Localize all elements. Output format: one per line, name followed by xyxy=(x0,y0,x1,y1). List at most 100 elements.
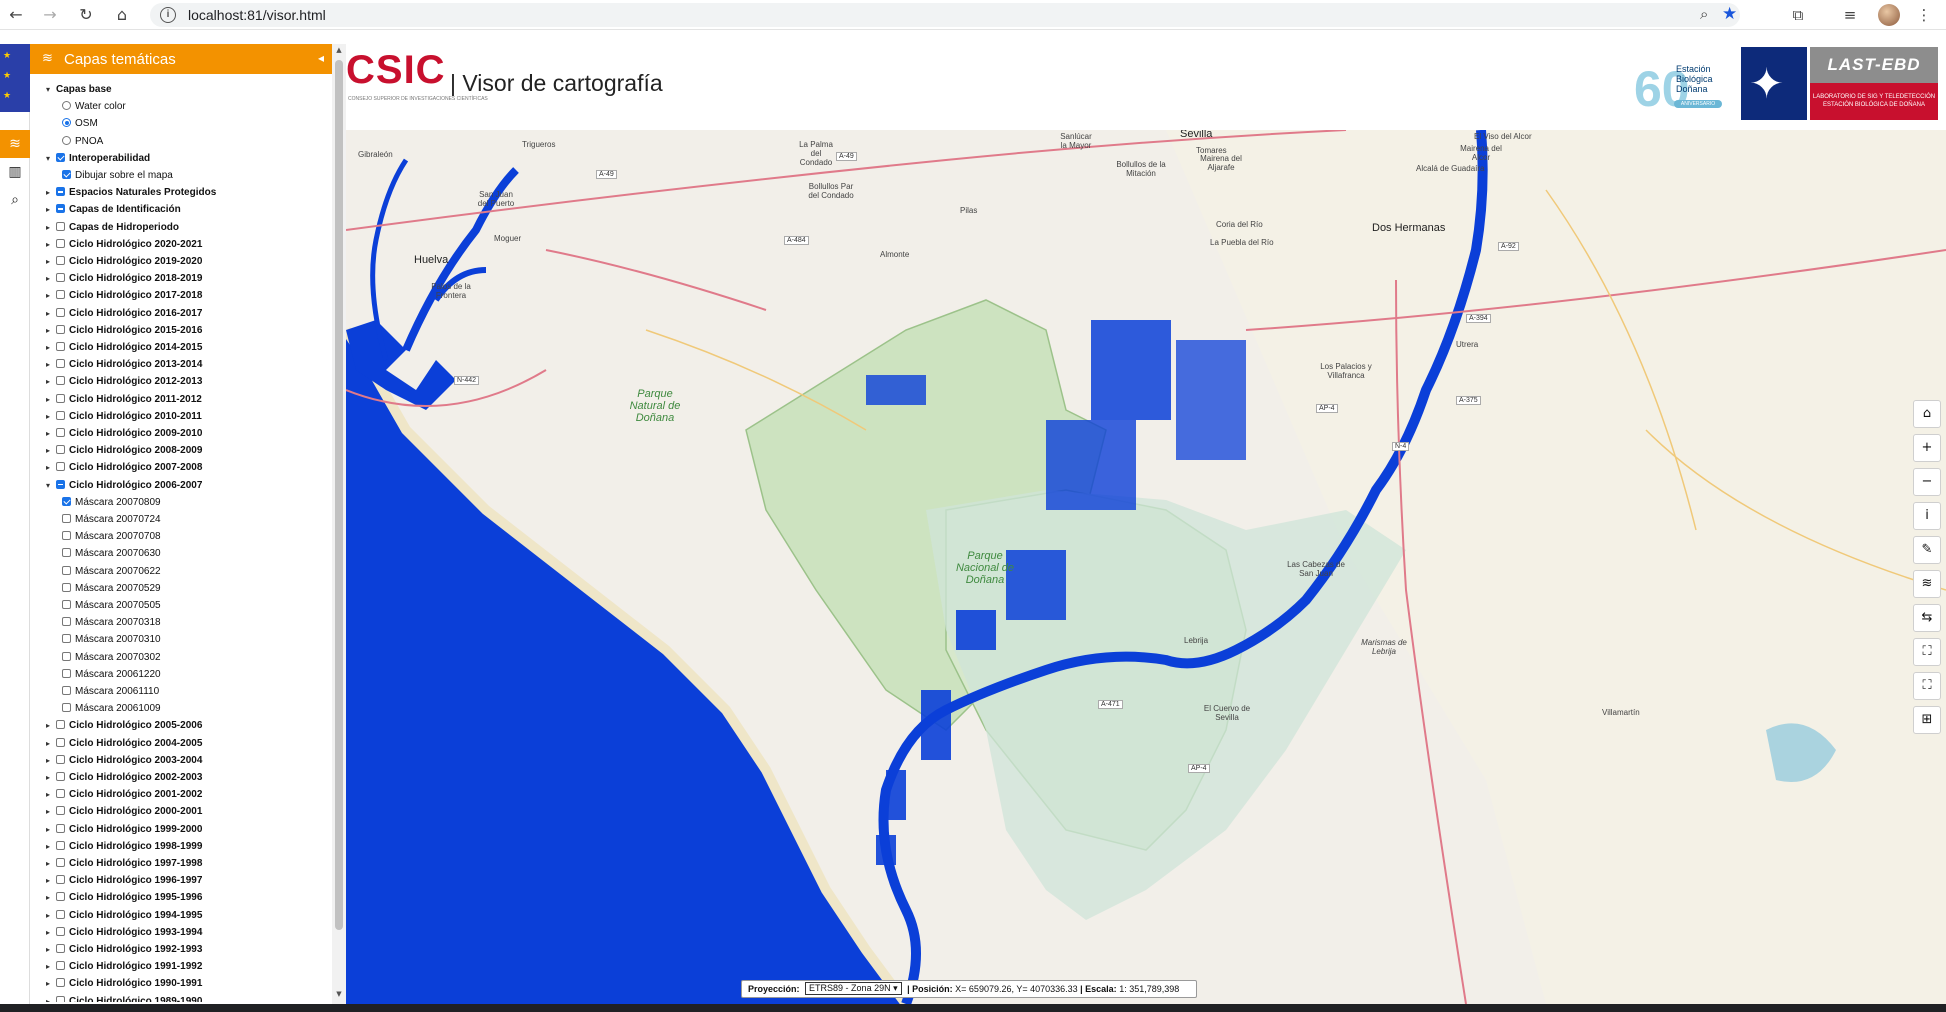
layer-checkbox[interactable] xyxy=(56,875,65,885)
layer-item-row[interactable]: Máscara 20070505 xyxy=(62,598,161,613)
layer-checkbox[interactable] xyxy=(62,617,71,627)
ebd-60-logo[interactable]: 60 Estación Biológica Doñana ANIVERSARIO xyxy=(1634,44,1724,118)
home-icon[interactable]: ⌂ xyxy=(112,5,132,25)
layer-checkbox[interactable] xyxy=(62,514,71,523)
layer-group-row[interactable]: ▾ Interoperabilidad xyxy=(46,151,150,166)
layer-checkbox[interactable] xyxy=(56,221,65,231)
layer-checkbox[interactable] xyxy=(56,238,65,248)
layer-checkbox[interactable] xyxy=(56,737,65,747)
caret-right-icon[interactable]: ▸ xyxy=(46,202,56,217)
layer-checkbox[interactable] xyxy=(62,531,71,541)
layer-group-row[interactable]: ▸ Ciclo Hidrológico 1989-1990 xyxy=(46,994,202,1002)
layer-checkbox[interactable] xyxy=(56,840,65,850)
caret-right-icon[interactable]: ▸ xyxy=(46,374,56,389)
layer-group-row[interactable]: ▸ Ciclo Hidrológico 2000-2001 xyxy=(46,804,202,819)
browser-menu-icon[interactable]: ⋮ xyxy=(1914,5,1934,25)
layers-panel-button[interactable]: ≋ xyxy=(0,130,30,158)
layer-checkbox[interactable] xyxy=(62,170,71,179)
layer-checkbox[interactable] xyxy=(56,944,65,953)
layer-group-row[interactable]: ▸ Ciclo Hidrológico 2002-2003 xyxy=(46,770,202,785)
layer-checkbox[interactable] xyxy=(56,858,65,867)
caret-right-icon[interactable]: ▸ xyxy=(46,357,56,372)
basemap-radio[interactable] xyxy=(62,118,71,128)
measure-button[interactable]: ⊞ xyxy=(1913,706,1941,734)
layer-checkbox[interactable] xyxy=(56,256,65,265)
layer-checkbox[interactable] xyxy=(62,668,71,678)
layer-checkbox[interactable] xyxy=(56,926,65,936)
layer-group-row[interactable]: ▸ Capas de Hidroperiodo xyxy=(46,220,179,235)
layer-group-row[interactable]: ▸ Ciclo Hidrológico 2013-2014 xyxy=(46,357,202,372)
layer-checkbox[interactable] xyxy=(62,703,71,713)
caret-right-icon[interactable]: ▸ xyxy=(46,323,56,338)
layer-checkbox[interactable] xyxy=(62,651,71,661)
layer-group-row[interactable]: ▸ Ciclo Hidrológico 1994-1995 xyxy=(46,908,202,923)
caret-right-icon[interactable]: ▸ xyxy=(46,288,56,303)
layer-checkbox[interactable] xyxy=(56,909,65,919)
caret-right-icon[interactable]: ▸ xyxy=(46,718,56,733)
layer-checkbox[interactable] xyxy=(56,445,65,455)
caret-right-icon[interactable]: ▸ xyxy=(46,856,56,871)
zoom-icon[interactable]: ⌕ xyxy=(1700,5,1708,23)
layer-group-row[interactable]: ▸ Ciclo Hidrológico 2020-2021 xyxy=(46,237,202,252)
map-canvas[interactable]: Sevilla Huelva Dos Hermanas Parque Natur… xyxy=(346,130,1946,1004)
layer-item-row[interactable]: Máscara 20070302 xyxy=(62,650,161,665)
projection-select[interactable]: ETRS89 - Zona 29N ▾ xyxy=(805,982,902,995)
layer-group-row[interactable]: ▸ Ciclo Hidrológico 2010-2011 xyxy=(46,409,202,424)
layer-checkbox[interactable] xyxy=(56,479,65,489)
caret-right-icon[interactable]: ▸ xyxy=(46,976,56,991)
layer-group-row[interactable]: ▸ Ciclo Hidrológico 1995-1996 xyxy=(46,890,202,905)
caret-right-icon[interactable]: ▸ xyxy=(46,959,56,974)
layer-group-row[interactable]: ▸ Ciclo Hidrológico 2014-2015 xyxy=(46,340,202,355)
layer-item-row[interactable]: OSM xyxy=(62,116,98,131)
compare-button[interactable]: ⇆ xyxy=(1913,604,1941,632)
layer-group-row[interactable]: ▸ Ciclo Hidrológico 2009-2010 xyxy=(46,426,202,441)
layer-group-row[interactable]: ▸ Ciclo Hidrológico 1993-1994 xyxy=(46,925,202,940)
layer-group-row[interactable]: ▾ Capas base xyxy=(46,82,112,97)
caret-right-icon[interactable]: ▸ xyxy=(46,306,56,321)
layer-checkbox[interactable] xyxy=(56,307,65,317)
caret-down-icon[interactable]: ▾ xyxy=(46,151,56,166)
layer-item-row[interactable]: Dibujar sobre el mapa xyxy=(62,168,173,183)
caret-right-icon[interactable]: ▸ xyxy=(46,426,56,441)
caret-right-icon[interactable]: ▸ xyxy=(46,271,56,286)
layer-group-row[interactable]: ▸ Ciclo Hidrológico 2007-2008 xyxy=(46,460,202,475)
layer-checkbox[interactable] xyxy=(62,600,71,609)
layer-group-row[interactable]: ▸ Espacios Naturales Protegidos xyxy=(46,185,216,200)
zoom-in-button[interactable]: + xyxy=(1913,434,1941,462)
layer-checkbox[interactable] xyxy=(56,789,65,799)
address-bar[interactable]: i localhost:81/visor.html ⌕ ★ xyxy=(150,3,1740,27)
caret-right-icon[interactable]: ▸ xyxy=(46,925,56,940)
layer-item-row[interactable]: Máscara 20070708 xyxy=(62,529,161,544)
layer-group-row[interactable]: ▸ Ciclo Hidrológico 2018-2019 xyxy=(46,271,202,286)
extent-alt-button[interactable]: ⛶ xyxy=(1913,672,1941,700)
layer-item-row[interactable]: Máscara 20070630 xyxy=(62,546,161,561)
caret-right-icon[interactable]: ▸ xyxy=(46,890,56,905)
layer-item-row[interactable]: Máscara 20070622 xyxy=(62,564,161,579)
layer-checkbox[interactable] xyxy=(56,961,65,971)
caret-right-icon[interactable]: ▸ xyxy=(46,822,56,837)
layer-checkbox[interactable] xyxy=(56,204,65,214)
basemap-radio[interactable] xyxy=(62,135,71,145)
layer-checkbox[interactable] xyxy=(56,393,65,403)
last-ebd-logo[interactable]: LAST-EBD LABORATORIO DE SIG Y TELEDETECC… xyxy=(1810,47,1938,120)
layer-item-row[interactable]: Máscara 20070310 xyxy=(62,632,161,647)
layer-item-row[interactable]: Máscara 20070529 xyxy=(62,581,161,596)
layer-checkbox[interactable] xyxy=(62,565,71,575)
layer-item-row[interactable]: Máscara 20061220 xyxy=(62,667,161,682)
layer-item-row[interactable]: Máscara 20070318 xyxy=(62,615,161,630)
panel-scrollbar[interactable]: ▲ ▼ xyxy=(332,44,346,1004)
layer-group-row[interactable]: ▸ Ciclo Hidrológico 2015-2016 xyxy=(46,323,202,338)
layer-checkbox[interactable] xyxy=(56,772,65,781)
layer-group-row[interactable]: ▸ Ciclo Hidrológico 2005-2006 xyxy=(46,718,202,733)
reading-list-icon[interactable]: ≡ xyxy=(1840,5,1860,25)
caret-right-icon[interactable]: ▸ xyxy=(46,460,56,475)
caret-right-icon[interactable]: ▸ xyxy=(46,736,56,751)
caret-right-icon[interactable]: ▸ xyxy=(46,873,56,888)
layer-item-row[interactable]: Máscara 20061110 xyxy=(62,684,159,699)
layer-checkbox[interactable] xyxy=(56,462,65,472)
caret-down-icon[interactable]: ▾ xyxy=(46,478,56,493)
caret-down-icon[interactable]: ▾ xyxy=(46,82,56,97)
layer-group-row[interactable]: ▸ Ciclo Hidrológico 2008-2009 xyxy=(46,443,202,458)
caret-right-icon[interactable]: ▸ xyxy=(46,409,56,424)
layer-group-row[interactable]: ▸ Ciclo Hidrológico 1998-1999 xyxy=(46,839,202,854)
